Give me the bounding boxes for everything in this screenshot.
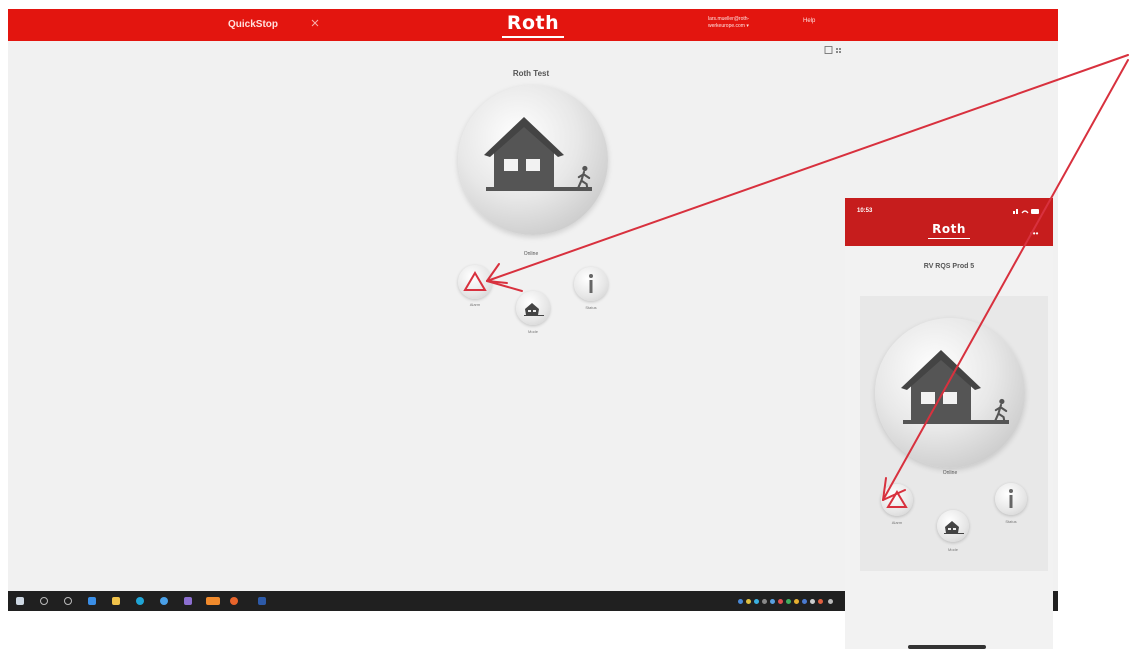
alarm-button[interactable] <box>458 265 492 299</box>
firefox-icon[interactable] <box>230 597 238 605</box>
user-account-menu[interactable]: lars.mueller@roth- werkeurope.com ▾ <box>708 16 749 30</box>
home-indicator <box>908 645 986 649</box>
house-icon <box>484 117 592 191</box>
logo-text: Roth <box>506 12 560 34</box>
connection-status: Online <box>942 470 958 476</box>
house-icon <box>901 350 1009 424</box>
photos-icon[interactable] <box>206 597 220 605</box>
alarm-triangle-icon <box>463 271 487 291</box>
mode-status-orb[interactable] <box>875 318 1025 468</box>
phone-screenshot: 10:53 Roth ••• RV RQS Prod 5 Online Alar… <box>845 198 1053 649</box>
logo-underline <box>928 237 970 239</box>
user-email-line1: lars.mueller@roth- <box>708 16 750 22</box>
mode-status-orb[interactable] <box>458 85 608 235</box>
store-icon[interactable] <box>184 597 192 605</box>
tray-icon[interactable] <box>762 599 767 604</box>
mode-label: Mode <box>527 329 538 334</box>
mode-button[interactable] <box>937 510 969 542</box>
task-view-icon[interactable] <box>64 597 72 605</box>
person-walking-icon <box>576 165 591 191</box>
info-icon <box>1009 489 1013 508</box>
help-link[interactable]: Help <box>803 18 815 24</box>
tray-icon[interactable] <box>746 599 751 604</box>
file-explorer-icon[interactable] <box>112 597 120 605</box>
roth-logo[interactable]: Roth <box>928 222 970 240</box>
logo-underline <box>502 36 564 38</box>
status-label: Status <box>1005 519 1017 524</box>
tray-icon[interactable] <box>770 599 775 604</box>
view-toggle-icon[interactable] <box>824 46 846 54</box>
tray-icon[interactable] <box>778 599 783 604</box>
edge-icon[interactable] <box>136 597 144 605</box>
signal-wifi-battery-icon <box>1013 209 1039 214</box>
connection-status: Online <box>523 251 539 257</box>
status-label: Status <box>585 305 597 310</box>
mode-button[interactable] <box>516 291 550 325</box>
alarm-button[interactable] <box>881 484 913 516</box>
tray-icon[interactable] <box>818 599 823 604</box>
chrome-icon[interactable] <box>160 597 168 605</box>
app-icon[interactable] <box>258 597 266 605</box>
tray-icon[interactable] <box>786 599 791 604</box>
menu-icon[interactable] <box>311 19 319 27</box>
device-title: Roth Test <box>512 69 550 78</box>
logo-text: Roth <box>932 222 966 236</box>
alarm-label: Alarm <box>469 302 481 307</box>
tray-icon[interactable] <box>738 599 743 604</box>
phone-time: 10:53 <box>857 208 873 214</box>
house-mode-icon <box>524 303 544 316</box>
alarm-label: Alarm <box>891 520 903 525</box>
tray-icon[interactable] <box>794 599 799 604</box>
tray-icon[interactable] <box>810 599 815 604</box>
tray-icon[interactable] <box>754 599 759 604</box>
person-walking-icon <box>993 398 1008 424</box>
widgets-icon[interactable] <box>88 597 96 605</box>
alarm-triangle-icon <box>886 490 908 508</box>
top-navigation-bar: QuickStop Roth lars.mueller@roth- werkeu… <box>8 9 1058 41</box>
info-icon <box>589 274 593 293</box>
mode-label: Mode <box>947 547 958 552</box>
status-button[interactable] <box>574 267 608 301</box>
quickstop-link[interactable]: QuickStop <box>228 19 278 30</box>
status-button[interactable] <box>995 483 1027 515</box>
house-mode-icon <box>944 521 964 534</box>
search-icon[interactable] <box>40 597 48 605</box>
windows-start-icon[interactable] <box>16 597 24 605</box>
more-options-icon[interactable]: ••• <box>1030 229 1038 238</box>
device-title: RV RQS Prod 5 <box>923 263 975 270</box>
tray-icon[interactable] <box>802 599 807 604</box>
user-email-line2: werkeurope.com ▾ <box>708 23 749 29</box>
tray-icon[interactable] <box>828 599 833 604</box>
roth-logo[interactable]: Roth <box>502 12 564 39</box>
phone-header: 10:53 Roth ••• <box>845 198 1053 246</box>
